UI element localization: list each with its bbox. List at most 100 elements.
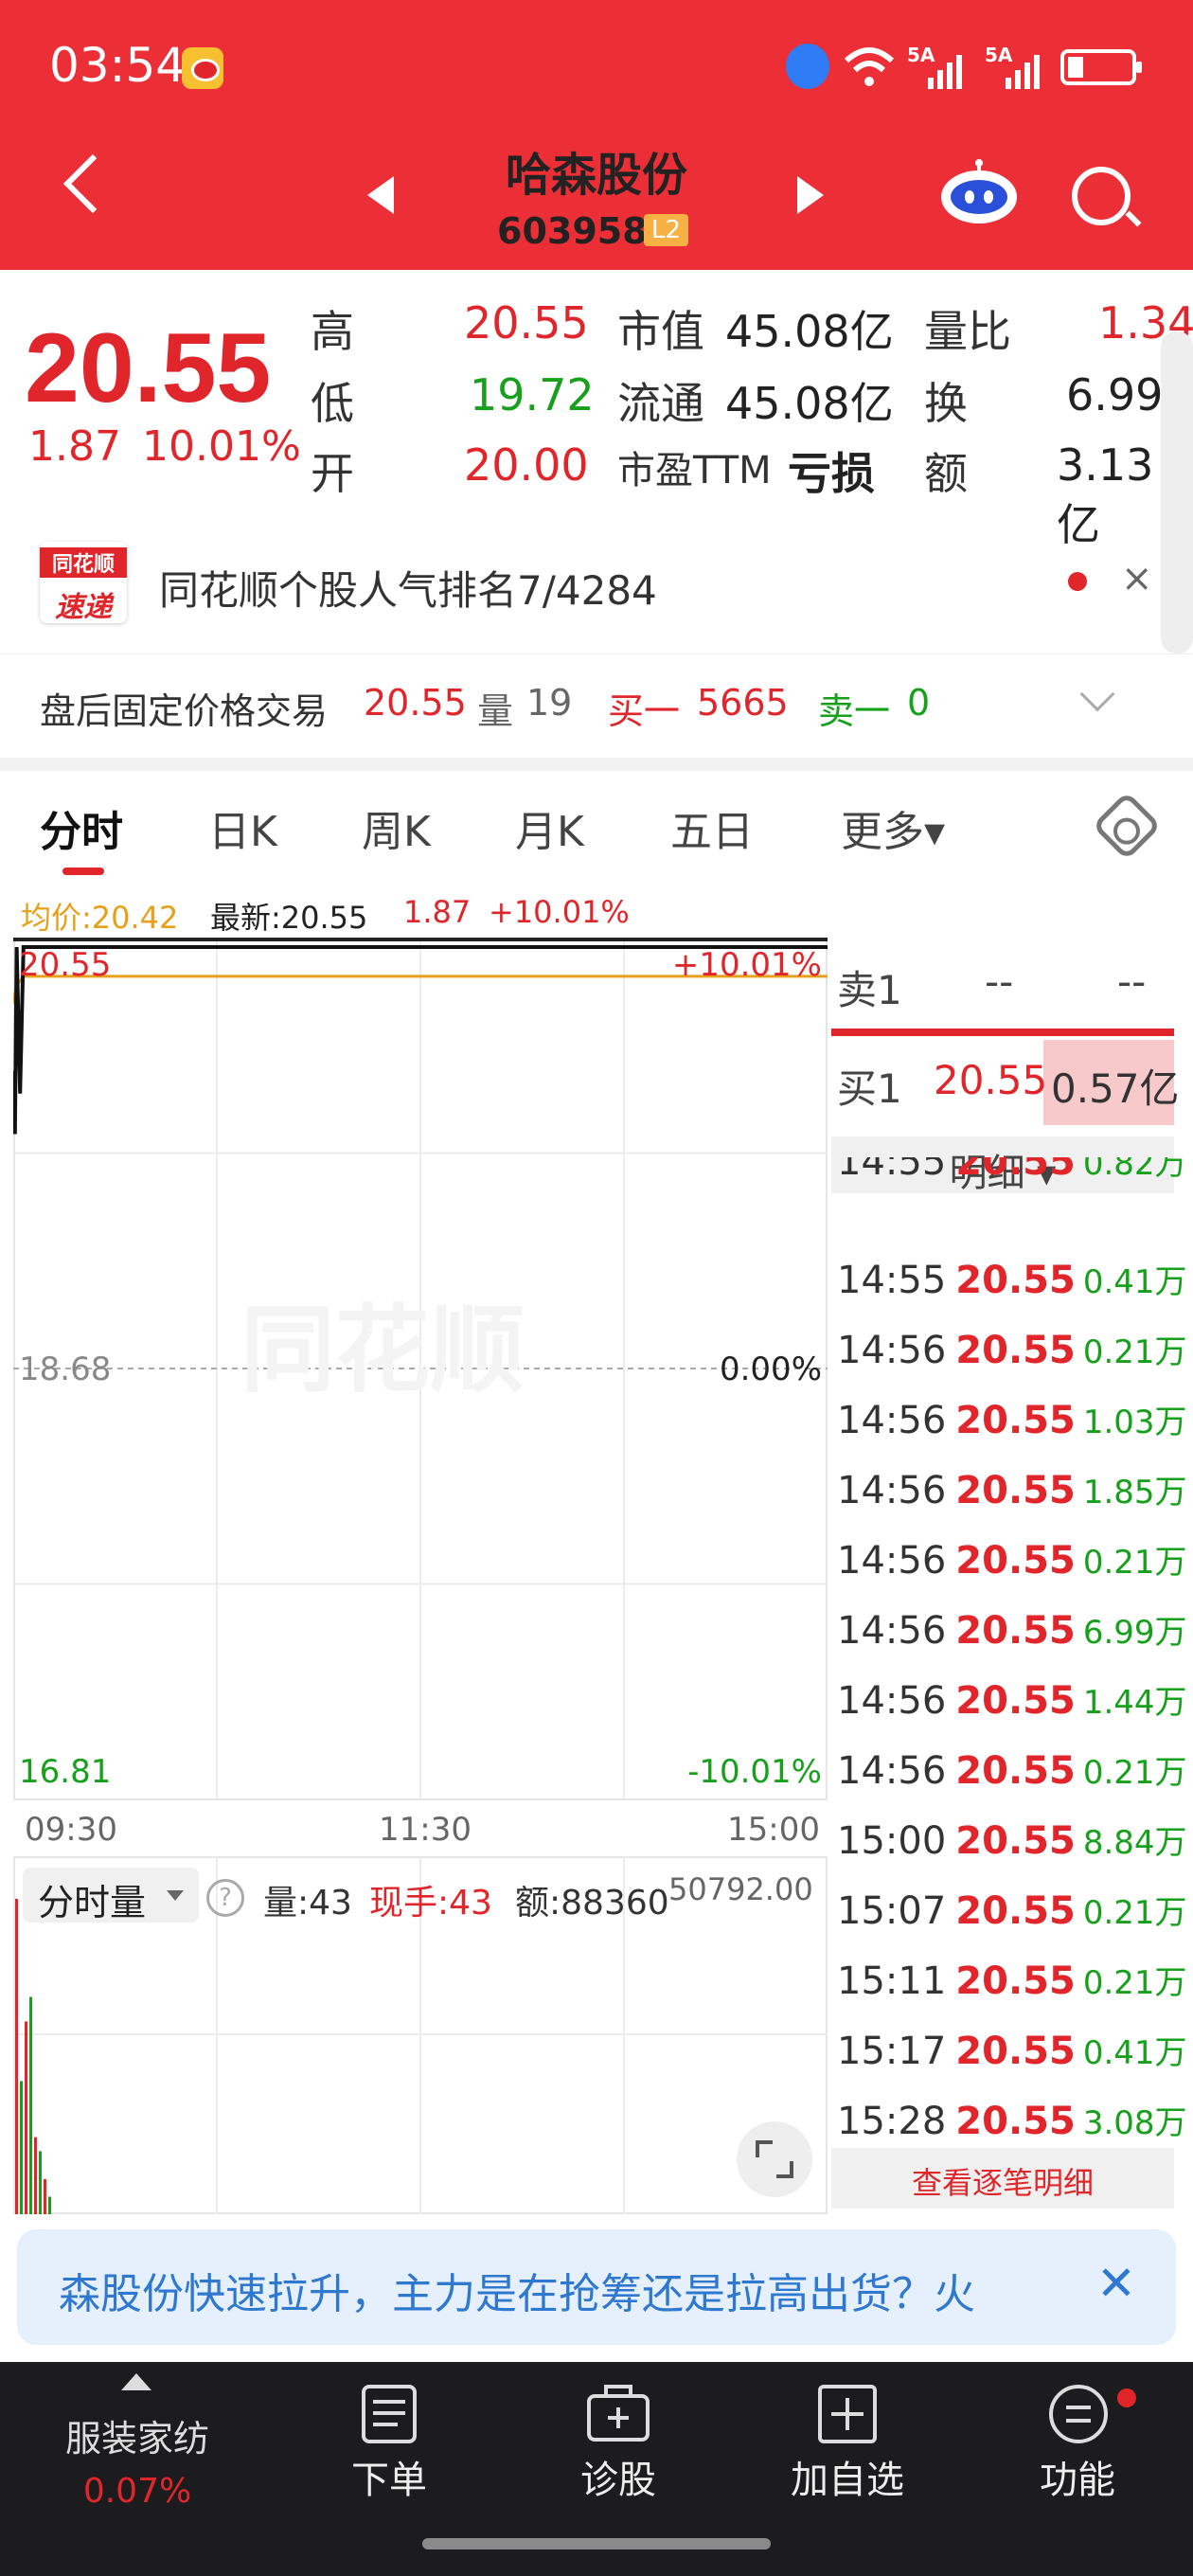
price-change: 1.87 <box>28 422 121 471</box>
tick-volume: 0.21万 <box>1082 1333 1187 1371</box>
ad-text[interactable]: 森股份快速拉升，主力是在抢筹还是拉高出货？火 <box>59 2260 1043 2320</box>
tick-volume: 0.21万 <box>1082 1964 1187 2002</box>
label-volume-ratio: 量比 <box>924 306 1011 357</box>
ad-close-icon[interactable]: ✕ <box>1096 2256 1136 2311</box>
after-hours-sell: 0 <box>907 682 931 724</box>
divider <box>0 758 1193 771</box>
tick-volume: 3.08万 <box>1082 2104 1187 2142</box>
order-icon[interactable] <box>360 2383 418 2445</box>
label-pe-ttm: 市盈TTM <box>617 449 772 492</box>
function-icon[interactable] <box>1047 2383 1110 2445</box>
tick-time: 14:56 <box>837 1679 947 1723</box>
ask1-price: -- <box>985 958 1014 1005</box>
add-watchlist-icon[interactable] <box>816 2383 879 2445</box>
y-tick-right: +10.01% <box>672 946 822 984</box>
intraday-chart[interactable]: 同花顺 20.55 18.68 16.81 +10.01% 0.00% -10.01% <box>13 938 828 1804</box>
news-close-icon[interactable]: × <box>1121 557 1153 600</box>
tab-more[interactable]: 更多▾ <box>841 797 945 858</box>
tick-volume: 1.44万 <box>1082 1684 1187 1722</box>
tab-daily-k[interactable]: 日K <box>208 797 277 858</box>
after-hours-buy-label: 买一 <box>608 690 681 732</box>
label-high: 高 <box>311 306 354 357</box>
tab-monthly-k[interactable]: 月K <box>515 797 584 858</box>
tick-time: 15:11 <box>837 1959 947 2003</box>
value-low: 19.72 <box>470 369 595 420</box>
sector-change: 0.07% <box>82 2472 192 2511</box>
battery-icon <box>1060 49 1142 85</box>
settings-icon[interactable] <box>1092 791 1162 861</box>
value-float-cap: 45.08亿 <box>725 378 894 429</box>
tick-price: 20.55 <box>955 1959 1076 2003</box>
function-button[interactable]: 功能 <box>992 2449 1163 2504</box>
diagnose-button[interactable]: 诊股 <box>533 2449 703 2504</box>
volume-bar <box>44 2179 46 2214</box>
news-text[interactable]: 同花顺个股人气排名7/4284 <box>159 559 657 617</box>
tab-five-day[interactable]: 五日 <box>670 797 754 858</box>
volume-value: 量:43 <box>263 1884 352 1923</box>
help-icon[interactable]: ? <box>206 1879 244 1917</box>
tick-price: 20.55 <box>955 1539 1076 1583</box>
label-open: 开 <box>311 448 354 499</box>
tab-intraday[interactable]: 分时 <box>40 797 123 858</box>
tick-time: 14:56 <box>837 1399 947 1442</box>
home-indicator[interactable] <box>422 2538 771 2549</box>
volume-bar <box>48 2196 51 2214</box>
tick-price: 20.55 <box>955 1679 1076 1723</box>
location-icon <box>786 44 829 89</box>
tick-time: 15:17 <box>837 2030 947 2073</box>
tick-price: 20.55 <box>955 1609 1076 1653</box>
tick-price: 20.55 <box>955 1749 1076 1793</box>
order-button[interactable]: 下单 <box>304 2449 474 2504</box>
tick-price: 20.55 <box>955 2030 1076 2073</box>
tab-weekly-k[interactable]: 周K <box>362 797 431 858</box>
tick-price: 20.55 <box>955 1399 1076 1442</box>
search-icon[interactable] <box>1072 167 1131 225</box>
tick-price: 20.55 <box>955 1469 1076 1512</box>
expand-icon[interactable] <box>737 2121 812 2197</box>
order-book-divider <box>831 1029 1174 1036</box>
add-watchlist-button[interactable]: 加自选 <box>762 2449 933 2504</box>
x-tick-mid: 11:30 <box>379 1811 472 1849</box>
signal-icon: 5A <box>985 44 1043 89</box>
tick-time: 14:56 <box>837 1539 947 1583</box>
last-price: 20.55 <box>25 313 272 423</box>
tick-time: 14:56 <box>837 1609 947 1653</box>
signal-icon: 5A <box>907 44 966 89</box>
latest-change: 1.87 <box>403 894 472 930</box>
tick-price: 20.55 <box>955 1259 1076 1302</box>
tick-row: 14:56 20.55 1.44万 <box>837 1676 1187 1723</box>
tick-volume: 6.99万 <box>1082 1614 1187 1652</box>
bid1-volume: 0.57亿 <box>1051 1065 1180 1112</box>
label-market-cap: 市值 <box>617 306 704 357</box>
robot-icon[interactable] <box>939 159 1019 225</box>
volume-bar <box>39 2151 42 2214</box>
l2-badge: L2 <box>644 214 689 246</box>
tick-row: 14:56 20.55 0.21万 <box>837 1746 1187 1793</box>
y-tick-right: 0.00% <box>720 1351 822 1388</box>
wifi-icon <box>844 47 895 86</box>
diagnose-icon[interactable] <box>585 2383 651 2445</box>
x-tick-end: 15:00 <box>727 1811 820 1849</box>
tick-row: 15:11 20.55 0.21万 <box>837 1957 1187 2003</box>
stock-code: 603958 <box>497 210 648 252</box>
prev-stock-icon[interactable] <box>367 176 394 214</box>
detail-dropdown[interactable]: 明细 ▾ <box>831 1136 1174 1195</box>
latest-change-pct: +10.01% <box>489 894 630 930</box>
tick-volume: 0.21万 <box>1082 1754 1187 1792</box>
tick-row: 15:17 20.55 0.41万 <box>837 2027 1187 2073</box>
volume-max: 50792.00 <box>668 1871 813 1907</box>
tick-row: 15:28 20.55 3.08万 <box>837 2097 1187 2143</box>
tick-time: 15:07 <box>837 1889 947 1933</box>
next-stock-icon[interactable] <box>797 176 824 214</box>
tick-price: 20.55 <box>955 1889 1076 1933</box>
volume-indicator-select[interactable]: 分时量 <box>23 1868 199 1923</box>
expand-up-icon[interactable] <box>121 2373 151 2390</box>
y-tick-left: 16.81 <box>19 1753 111 1791</box>
sector-name[interactable]: 服装家纺 <box>28 2409 246 2461</box>
after-hours-price: 20.55 <box>364 682 467 724</box>
tick-volume: 0.21万 <box>1082 1544 1187 1582</box>
after-hours-label: 盘后固定价格交易 <box>40 690 329 732</box>
tick-price: 20.55 <box>955 2100 1076 2143</box>
view-all-ticks-button[interactable]: 查看逐笔明细 <box>831 2148 1174 2209</box>
bid1-price: 20.55 <box>934 1057 1048 1103</box>
